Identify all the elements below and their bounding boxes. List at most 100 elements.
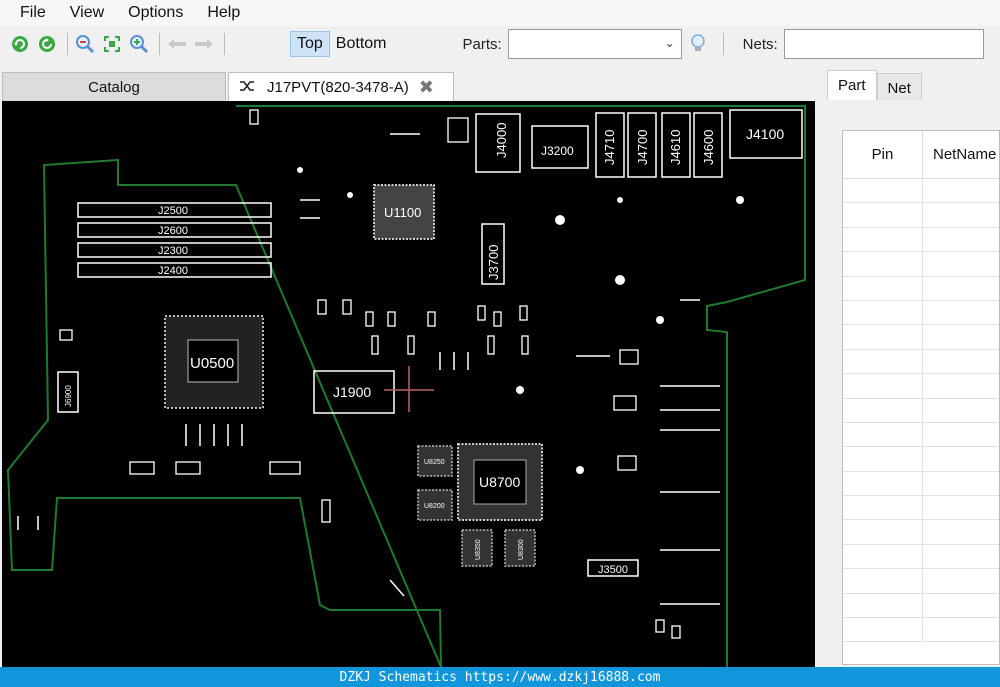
label-u8300: U8300 (518, 539, 525, 560)
label-u8200: U8200 (424, 503, 445, 510)
back-arrow-icon[interactable] (165, 32, 189, 56)
table-cell (843, 569, 923, 593)
table-cell (843, 374, 923, 398)
board-view[interactable]: J2500 J2600 J2300 J2400 U0500 J1900 U110… (2, 101, 815, 667)
table-row[interactable] (843, 398, 999, 423)
table-row[interactable] (843, 496, 999, 521)
label-j4000: J4000 (494, 123, 509, 158)
menu-options[interactable]: Options (116, 0, 195, 26)
table-cell (843, 325, 923, 349)
status-bar: DZKJ Schematics https://www.dzkj16888.co… (0, 667, 1000, 687)
toolbar-separator (159, 33, 160, 55)
tab-net[interactable]: Net (876, 73, 922, 100)
table-cell (843, 593, 923, 618)
parts-combobox[interactable]: ⌄ (507, 29, 682, 59)
label-j2300: J2300 (158, 245, 188, 257)
chevron-down-icon[interactable]: ⌄ (665, 36, 675, 50)
zoom-in-icon[interactable] (127, 32, 151, 56)
table-row[interactable] (843, 300, 999, 326)
label-j3200: J3200 (541, 144, 574, 158)
table-row[interactable] (843, 618, 999, 643)
table-row[interactable] (843, 252, 999, 277)
nets-input[interactable] (783, 29, 984, 59)
table-row[interactable] (843, 593, 999, 619)
label-u8700: U8700 (479, 474, 520, 490)
cpu-socket-u0500: U0500 (164, 315, 264, 409)
label-j4610: J4610 (668, 130, 683, 165)
rotate-green-icon[interactable] (35, 32, 59, 56)
table-cell (843, 447, 923, 471)
lightbulb-icon[interactable] (686, 32, 710, 56)
table-row[interactable] (843, 544, 999, 570)
table-row[interactable] (843, 276, 999, 301)
forward-arrow-icon[interactable] (192, 32, 216, 56)
menu-help[interactable]: Help (195, 0, 252, 26)
table-row[interactable] (843, 374, 999, 399)
table-cell (843, 618, 923, 642)
tab-board-label: J17PVT(820-3478-A) (267, 78, 409, 96)
tab-part[interactable]: Part (827, 70, 877, 100)
bottom-toggle[interactable]: Bottom (330, 32, 393, 56)
zoom-fit-icon[interactable] (100, 32, 124, 56)
table-cell (843, 227, 923, 252)
table-row[interactable] (843, 325, 999, 350)
label-j3700: J3700 (486, 245, 501, 280)
pin-table[interactable]: Pin NetName (842, 130, 1000, 665)
label-u0500: U0500 (190, 355, 234, 372)
column-pin[interactable]: Pin (843, 131, 923, 178)
table-row[interactable] (843, 569, 999, 594)
top-toggle[interactable]: Top (290, 31, 330, 57)
toolbar-separator (67, 33, 68, 55)
label-j2400: J2400 (158, 265, 188, 277)
table-cell (843, 276, 923, 300)
tab-catalog[interactable]: Catalog (2, 72, 226, 101)
table-row[interactable] (843, 349, 999, 375)
label-j2600: J2600 (158, 225, 188, 237)
zoom-out-icon[interactable] (73, 32, 97, 56)
table-row[interactable] (843, 203, 999, 228)
table-row[interactable] (843, 520, 999, 545)
table-cell (843, 520, 923, 544)
column-netname[interactable]: NetName (923, 131, 996, 178)
label-j4600: J4600 (701, 130, 716, 165)
label-j6900: J6900 (64, 385, 73, 407)
table-cell (843, 349, 923, 374)
table-cell (843, 398, 923, 422)
table-cell (843, 496, 923, 520)
nets-label: Nets: (742, 35, 778, 53)
table-cell (843, 422, 923, 447)
menu-view[interactable]: View (58, 0, 116, 26)
chip-u1100: U1100 (373, 184, 435, 240)
table-cell (843, 179, 923, 203)
label-u8350: U8350 (475, 539, 482, 560)
table-cell (843, 300, 923, 325)
table-header: Pin NetName (843, 131, 999, 179)
label-j4700: J4700 (635, 130, 650, 165)
tab-catalog-label: Catalog (88, 78, 140, 96)
properties-pane: Part Net Pin NetName (815, 62, 1000, 667)
properties-tabs: Part Net (827, 70, 922, 100)
document-tabs: Catalog J17PVT(820-3478-A) ✖ (0, 70, 815, 101)
board-canvas[interactable]: J2500 J2600 J2300 J2400 U0500 J1900 U110… (2, 101, 815, 667)
table-row[interactable] (843, 447, 999, 472)
label-j1900: J1900 (333, 384, 371, 400)
table-cell (843, 203, 923, 227)
label-j4100: J4100 (746, 126, 784, 142)
table-row[interactable] (843, 422, 999, 448)
parts-label: Parts: (462, 35, 502, 53)
table-row[interactable] (843, 471, 999, 497)
tab-board[interactable]: J17PVT(820-3478-A) ✖ (228, 72, 454, 101)
toolbar-separator (224, 33, 225, 55)
label-j2500: J2500 (158, 205, 188, 217)
table-cell (843, 252, 923, 276)
chip-u8700: U8700 (457, 443, 543, 521)
menu-file[interactable]: File (8, 0, 58, 26)
table-row[interactable] (843, 179, 999, 204)
label-u8250: U8250 (424, 459, 445, 466)
close-icon[interactable]: ✖ (419, 77, 434, 98)
table-row[interactable] (843, 227, 999, 253)
toolbar: Top Bottom Parts: ⌄ Nets: (0, 26, 1000, 62)
table-cell (843, 544, 923, 569)
refresh-green-icon[interactable] (8, 32, 32, 56)
menu-bar: File View Options Help (0, 0, 1000, 26)
